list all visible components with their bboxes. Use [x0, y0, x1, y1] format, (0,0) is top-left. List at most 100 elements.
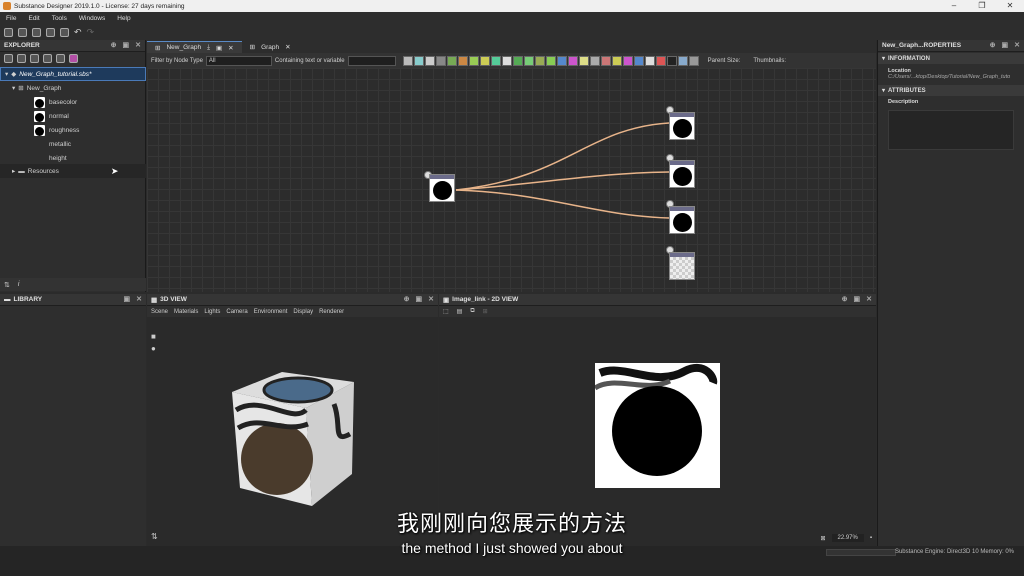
resources-item[interactable]: ▸ ▬ Resources ➤: [0, 164, 146, 178]
text-filter-input[interactable]: [347, 55, 396, 66]
tab-graph[interactable]: ⊞ Graph ✕: [242, 41, 299, 53]
copy-icon[interactable]: ⧉: [470, 308, 474, 315]
node-icon[interactable]: [633, 55, 644, 66]
node-icon[interactable]: [644, 55, 655, 66]
light-icon[interactable]: ●: [151, 344, 156, 353]
close-panel-icon[interactable]: ✕: [428, 295, 434, 303]
float-icon[interactable]: ▣: [216, 44, 222, 52]
node-icon[interactable]: [589, 55, 600, 66]
close-panel-icon[interactable]: ✕: [135, 41, 141, 49]
plugin-icon[interactable]: [69, 53, 78, 63]
tile-icon[interactable]: ⊞: [483, 308, 488, 315]
node-icon[interactable]: [435, 55, 446, 66]
node-icon[interactable]: [567, 55, 578, 66]
node-icon[interactable]: [512, 55, 523, 66]
node-icon[interactable]: [446, 55, 457, 66]
menu-materials[interactable]: Materials: [174, 309, 198, 315]
menu-windows[interactable]: Windows: [79, 15, 105, 22]
graph-canvas[interactable]: [147, 68, 876, 292]
node-icon[interactable]: [501, 55, 512, 66]
node-icon[interactable]: [468, 55, 479, 66]
node-icon[interactable]: [490, 55, 501, 66]
node-icon[interactable]: [479, 55, 490, 66]
output-node-roughness[interactable]: [669, 206, 695, 234]
node-icon[interactable]: [600, 55, 611, 66]
camera-icon[interactable]: ■: [151, 332, 156, 341]
float-icon[interactable]: ▣: [854, 295, 861, 303]
node-icon[interactable]: [413, 55, 424, 66]
output-item-roughness[interactable]: roughness: [0, 123, 146, 137]
expand-icon[interactable]: ▾: [12, 84, 15, 92]
menu-edit[interactable]: Edit: [28, 15, 39, 22]
tree-icon[interactable]: ⇅: [4, 281, 10, 289]
save-icon[interactable]: [46, 27, 55, 37]
open-icon[interactable]: [32, 27, 41, 37]
expand-icon[interactable]: ▾: [5, 70, 8, 78]
export-icon[interactable]: [30, 53, 39, 63]
fit-icon[interactable]: ⬚: [443, 308, 449, 315]
undo-icon[interactable]: ↶: [74, 27, 82, 38]
close-icon[interactable]: ✕: [285, 43, 290, 51]
close-panel-icon[interactable]: ✕: [136, 295, 142, 303]
menu-scene[interactable]: Scene: [151, 309, 168, 315]
float-icon[interactable]: ▣: [1002, 41, 1009, 49]
node-icon[interactable]: [655, 55, 666, 66]
save-icon[interactable]: [17, 53, 26, 63]
tab-new-graph[interactable]: ⊞ New_Graph ⤓ ▣ ✕: [147, 41, 242, 53]
expand-icon[interactable]: ▸: [12, 167, 15, 175]
package-item[interactable]: ▾ ◆ New_Graph_tutorial.sbs*: [0, 67, 146, 81]
pin-icon[interactable]: ⊕: [111, 41, 117, 49]
float-icon[interactable]: ▣: [124, 295, 131, 303]
node-type-select[interactable]: All: [205, 55, 272, 66]
menu-camera[interactable]: Camera: [226, 309, 247, 315]
output-node-basecolor[interactable]: [669, 112, 695, 140]
description-field[interactable]: [888, 110, 1014, 150]
download-icon[interactable]: ⤓: [207, 44, 210, 52]
node-icon[interactable]: [402, 55, 413, 66]
menu-file[interactable]: File: [6, 15, 16, 22]
menu-lights[interactable]: Lights: [204, 309, 220, 315]
new-graph-icon[interactable]: [18, 27, 27, 37]
minimize-icon[interactable]: –: [940, 0, 968, 12]
new-icon[interactable]: [4, 53, 13, 63]
maximize-icon[interactable]: ❐: [968, 0, 996, 12]
output-node-metallic[interactable]: [669, 252, 695, 280]
link-icon[interactable]: [56, 53, 65, 63]
node-icon[interactable]: [611, 55, 622, 66]
node-icon[interactable]: [666, 55, 677, 66]
new-package-icon[interactable]: [4, 27, 13, 37]
output-item-normal[interactable]: normal: [0, 109, 146, 123]
save-icon[interactable]: ▤: [457, 308, 463, 315]
menu-display[interactable]: Display: [293, 309, 313, 315]
float-icon[interactable]: ▣: [416, 295, 423, 303]
close-icon[interactable]: ✕: [996, 0, 1024, 12]
information-section[interactable]: ▾ INFORMATION: [878, 53, 1024, 64]
output-item-height[interactable]: height: [0, 151, 146, 165]
menu-renderer[interactable]: Renderer: [319, 309, 344, 315]
output-node-normal[interactable]: [669, 160, 695, 188]
node-icon[interactable]: [688, 55, 699, 66]
menu-tools[interactable]: Tools: [52, 15, 67, 22]
node-icon[interactable]: [677, 55, 688, 66]
menu-help[interactable]: Help: [117, 15, 130, 22]
node-icon[interactable]: [556, 55, 567, 66]
node-icon[interactable]: [523, 55, 534, 66]
node-icon[interactable]: [424, 55, 435, 66]
info-icon[interactable]: i: [18, 281, 20, 288]
save-all-icon[interactable]: [60, 27, 69, 37]
node-icon[interactable]: [622, 55, 633, 66]
node-icon[interactable]: [457, 55, 468, 66]
output-item-basecolor[interactable]: basecolor: [0, 95, 146, 109]
close-panel-icon[interactable]: ✕: [866, 295, 872, 303]
pin-icon[interactable]: ⊕: [842, 295, 848, 303]
redo-icon[interactable]: ↷: [87, 27, 95, 38]
close-icon[interactable]: ✕: [228, 44, 233, 52]
float-icon[interactable]: ▣: [123, 41, 130, 49]
shape-node[interactable]: [429, 174, 455, 202]
node-icon[interactable]: [545, 55, 556, 66]
node-icon[interactable]: [578, 55, 589, 66]
menu-environment[interactable]: Environment: [254, 309, 288, 315]
node-icon[interactable]: [534, 55, 545, 66]
output-item-metallic[interactable]: metallic: [0, 137, 146, 151]
graph-item[interactable]: ▾ ⊞ New_Graph: [0, 81, 146, 95]
